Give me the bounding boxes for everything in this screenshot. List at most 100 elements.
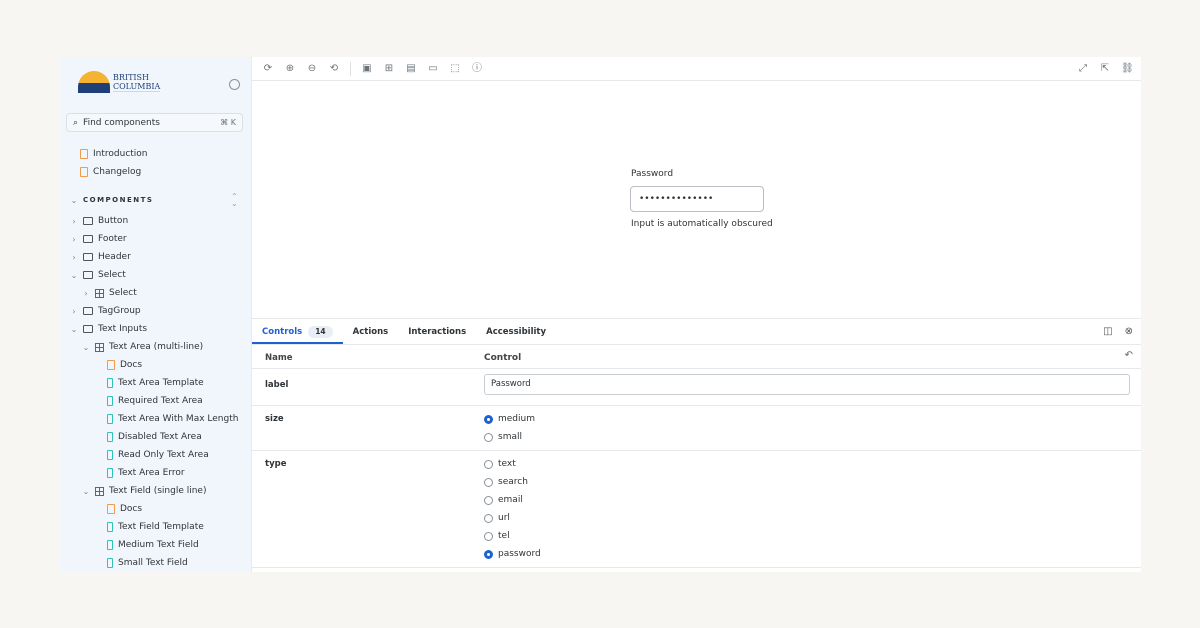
- settings-gear-icon[interactable]: [229, 79, 240, 90]
- search-input[interactable]: ⌕ Find components ⌘ K: [66, 113, 243, 132]
- radio-button[interactable]: [484, 459, 493, 469]
- reload-icon[interactable]: ⟳: [262, 63, 274, 75]
- tab-accessibility[interactable]: Accessibility: [476, 319, 556, 344]
- sidebar-item-label: Text Field Template: [118, 522, 204, 532]
- label-control-input[interactable]: Password: [484, 374, 1130, 395]
- viewport-icon[interactable]: ▤: [405, 63, 417, 75]
- sidebar-item-label: Introduction: [93, 149, 148, 159]
- password-input[interactable]: ••••••••••••••: [630, 186, 764, 212]
- radio-option-url[interactable]: url: [484, 509, 541, 527]
- panel-orientation-icon[interactable]: ◫: [1103, 326, 1112, 337]
- radio-option-password[interactable]: password: [484, 545, 541, 563]
- story-icon: [107, 432, 113, 442]
- zoom-reset-icon[interactable]: ⟲: [328, 63, 340, 75]
- search-placeholder: Find components: [83, 117, 160, 128]
- control-name: type: [265, 459, 287, 469]
- chevron-right-icon: ›: [84, 288, 88, 298]
- tab-interactions[interactable]: Interactions: [398, 319, 476, 344]
- radio-option-tel[interactable]: tel: [484, 527, 541, 545]
- sidebar-tree-item[interactable]: Text Area Template: [94, 375, 204, 391]
- grid-icon[interactable]: ⊞: [383, 63, 395, 75]
- story-icon: [107, 450, 113, 460]
- sidebar-tree-item[interactable]: › Header: [70, 249, 130, 265]
- radio-option-search[interactable]: search: [484, 473, 541, 491]
- folder-icon: [83, 235, 93, 243]
- radio-option-small[interactable]: small: [484, 428, 535, 446]
- sidebar-doc-introduction[interactable]: Introduction: [80, 146, 148, 162]
- radio-label: url: [498, 513, 510, 523]
- sidebar-tree-item[interactable]: › Button: [70, 213, 128, 229]
- zoom-in-icon[interactable]: ⊕: [284, 63, 296, 75]
- search-shortcut: ⌘ K: [220, 118, 236, 127]
- sidebar-tree-item[interactable]: › Footer: [70, 231, 126, 247]
- sidebar-tree-item[interactable]: Text Field Template: [94, 519, 204, 535]
- sidebar-item-label: Read Only Text Area: [118, 450, 209, 460]
- radio-button[interactable]: [484, 531, 493, 541]
- sidebar-tree-item[interactable]: Small Text Field: [94, 555, 188, 571]
- sidebar-tree-item[interactable]: › TagGroup: [70, 303, 141, 319]
- sidebar-tree-item[interactable]: › Select: [82, 285, 136, 301]
- control-row-type: type text search email url tel password: [252, 451, 1141, 568]
- sidebar-tree-item[interactable]: Docs: [94, 357, 142, 373]
- radio-option-text[interactable]: text: [484, 455, 541, 473]
- component-icon: [95, 486, 104, 496]
- measure-icon[interactable]: ▭: [427, 63, 439, 75]
- sidebar-tree-item[interactable]: ⌄ Text Area (multi-line): [82, 339, 204, 355]
- folder-icon: [83, 217, 93, 225]
- radio-button[interactable]: [484, 477, 493, 487]
- tab-label: Interactions: [408, 327, 467, 337]
- sidebar-tree-item[interactable]: Disabled Text Area: [94, 429, 202, 445]
- tab-actions[interactable]: Actions: [343, 319, 399, 344]
- sidebar-item-label: Required Text Area: [118, 396, 203, 406]
- expand-collapse-icon[interactable]: ⌃ ⌄: [231, 193, 238, 208]
- bc-logo[interactable]: BRITISH COLUMBIA: [78, 71, 161, 93]
- radio-label: email: [498, 495, 523, 505]
- control-row-size: size medium small: [252, 406, 1141, 451]
- control-name: label: [265, 380, 289, 390]
- background-icon[interactable]: ▣: [361, 63, 373, 75]
- copy-link-icon[interactable]: ⛓: [1121, 63, 1134, 75]
- radio-button[interactable]: [484, 414, 493, 424]
- folder-icon: [83, 325, 93, 333]
- sidebar-tree-item[interactable]: Docs: [94, 501, 142, 517]
- sidebar-tree-item[interactable]: ⌄ Text Inputs: [70, 321, 147, 337]
- doc-icon: [107, 504, 115, 514]
- zoom-out-icon[interactable]: ⊖: [306, 63, 318, 75]
- control-row-label: label Password: [252, 369, 1141, 406]
- tab-controls[interactable]: Controls 14: [252, 319, 343, 344]
- sidebar-doc-changelog[interactable]: Changelog: [80, 164, 141, 180]
- radio-button[interactable]: [484, 495, 493, 505]
- chevron-down-icon: ⌄: [70, 195, 78, 205]
- sidebar-tree-item[interactable]: Text Area Error: [94, 465, 185, 481]
- story-icon: [107, 522, 113, 532]
- reset-controls-icon[interactable]: ↶: [1125, 350, 1133, 361]
- radio-option-medium[interactable]: medium: [484, 410, 535, 428]
- radio-option-email[interactable]: email: [484, 491, 541, 509]
- components-section-header[interactable]: ⌄ COMPONENTS: [70, 192, 153, 208]
- password-label: Password: [631, 169, 674, 179]
- sidebar-item-label: TagGroup: [98, 306, 141, 316]
- accessibility-icon[interactable]: ⓘ: [471, 63, 483, 75]
- sidebar-tree-item[interactable]: Read Only Text Area: [94, 447, 209, 463]
- sidebar-tree-item[interactable]: ⌄ Text Field (single line): [82, 483, 207, 499]
- radio-label: medium: [498, 414, 535, 424]
- radio-button[interactable]: [484, 513, 493, 523]
- outline-icon[interactable]: ⬚: [449, 63, 461, 75]
- radio-button[interactable]: [484, 432, 493, 442]
- radio-button[interactable]: [484, 549, 493, 559]
- open-new-tab-icon[interactable]: ⇱: [1099, 63, 1111, 75]
- sidebar-tree-item[interactable]: Text Area With Max Length: [94, 411, 238, 427]
- doc-icon: [107, 360, 115, 370]
- sidebar-tree-item[interactable]: ⌄ Select: [70, 267, 126, 283]
- sidebar-item-label: Text Area With Max Length: [118, 414, 239, 424]
- story-icon: [107, 396, 113, 406]
- sidebar-item-label: Text Area (multi-line): [109, 342, 204, 352]
- addons-panel: Controls 14 Actions Interactions Accessibili…: [252, 318, 1141, 572]
- fullscreen-icon[interactable]: ⤢: [1077, 63, 1089, 75]
- sidebar-tree-item[interactable]: Required Text Area: [94, 393, 203, 409]
- sidebar-tree-item[interactable]: Medium Text Field: [94, 537, 199, 553]
- storybook-window: BRITISH COLUMBIA ⌕ Find components ⌘ K Intr…: [60, 57, 1141, 572]
- chevron-right-icon: ›: [72, 306, 76, 316]
- password-help-text: Input is automatically obscured: [631, 219, 773, 229]
- close-panel-icon[interactable]: ⊗: [1125, 326, 1133, 337]
